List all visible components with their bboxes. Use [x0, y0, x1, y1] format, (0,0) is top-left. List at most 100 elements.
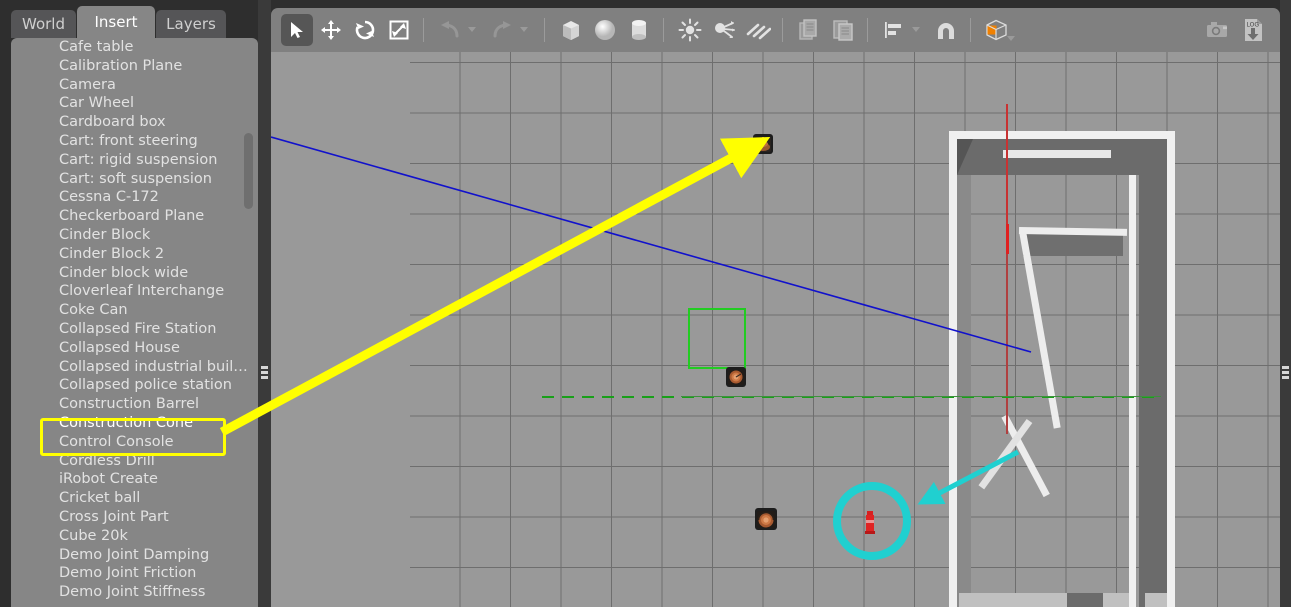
log-button[interactable]: LOG — [1238, 14, 1270, 46]
list-item[interactable]: Cube 20k — [11, 527, 258, 546]
list-item[interactable]: Cart: soft suspension — [11, 170, 258, 189]
chevron-down-icon[interactable] — [468, 27, 476, 32]
axis-line-red — [1006, 104, 1008, 224]
list-item[interactable]: iRobot Create — [11, 470, 258, 489]
list-item[interactable]: Demo Joint Friction — [11, 564, 258, 583]
wall-right — [1167, 131, 1175, 607]
tab-insert[interactable]: Insert — [77, 6, 155, 38]
toolbar-separator — [782, 18, 783, 42]
scene-object-robot-2[interactable] — [726, 367, 746, 387]
list-item[interactable]: Cinder Block 2 — [11, 245, 258, 264]
copy-button[interactable] — [793, 14, 825, 46]
list-item[interactable]: Cardboard box — [11, 113, 258, 132]
list-item[interactable]: Construction Cone — [11, 414, 258, 433]
list-item[interactable]: Camera — [11, 76, 258, 95]
list-item[interactable]: Construction Barrel — [11, 395, 258, 414]
svg-text:LOG: LOG — [1247, 22, 1260, 29]
rotate-button[interactable] — [349, 14, 381, 46]
directional-light-button[interactable] — [742, 14, 774, 46]
toolbar-separator — [867, 18, 868, 42]
scene-object-robot-1[interactable] — [753, 134, 773, 154]
log-download-icon: LOG — [1238, 14, 1270, 46]
left-wall-shade — [957, 175, 971, 607]
application-window: World Insert Layers Cafe table Calibratio… — [0, 0, 1291, 607]
ceiling-corner-shade — [957, 139, 973, 175]
chevron-down-icon[interactable] — [1007, 36, 1015, 41]
scale-button[interactable] — [383, 14, 415, 46]
list-item[interactable]: Cafe table — [11, 38, 258, 57]
scrollbar-thumb[interactable] — [244, 133, 253, 209]
right-splitter[interactable] — [1280, 0, 1291, 607]
camera-icon — [1202, 14, 1234, 46]
paste-icon — [827, 14, 859, 46]
list-item[interactable]: Cricket ball — [11, 489, 258, 508]
list-item[interactable]: Control Console — [11, 433, 258, 452]
axis-line-red-bright — [1006, 224, 1009, 254]
list-item[interactable]: Cinder Block — [11, 226, 258, 245]
box-icon — [555, 14, 587, 46]
spot-light-button[interactable] — [708, 14, 740, 46]
list-item[interactable]: Demo Joint Stiffness — [11, 583, 258, 602]
list-item[interactable]: Collapsed police station — [11, 376, 258, 395]
3d-render-viewport[interactable] — [271, 52, 1280, 607]
undo-arrow-icon — [434, 14, 466, 46]
list-item[interactable]: Cross Joint Part — [11, 508, 258, 527]
cursor-arrow-icon — [281, 14, 313, 46]
partition-vertical — [1019, 230, 1061, 429]
paste-button[interactable] — [827, 14, 859, 46]
undo-button[interactable] — [434, 14, 466, 46]
list-item[interactable]: Car Wheel — [11, 94, 258, 113]
interior-divider-wall — [1129, 175, 1136, 607]
axis-line-green-solid — [681, 396, 1161, 397]
cylinder-button[interactable] — [623, 14, 655, 46]
left-splitter[interactable] — [258, 0, 271, 607]
list-item[interactable]: Coke Can — [11, 301, 258, 320]
sphere-button[interactable] — [589, 14, 621, 46]
splitter-grip-icon[interactable] — [261, 366, 268, 381]
point-light-button[interactable] — [674, 14, 706, 46]
insert-list-scrollbar[interactable] — [244, 38, 253, 607]
view-angle-button[interactable] — [981, 14, 1013, 46]
right-wall-shade — [1139, 175, 1167, 607]
scene-object-construction-cone[interactable] — [865, 509, 875, 535]
list-item[interactable]: Cordless Drill — [11, 452, 258, 471]
scene-object-robot-3[interactable] — [755, 508, 777, 530]
directional-light-icon — [742, 14, 774, 46]
list-item[interactable]: Cessna C-172 — [11, 188, 258, 207]
list-item[interactable]: Collapsed industrial buil… — [11, 358, 258, 377]
align-icon — [878, 14, 910, 46]
redo-button[interactable] — [486, 14, 518, 46]
list-item[interactable]: Calibration Plane — [11, 57, 258, 76]
list-item[interactable]: Collapsed House — [11, 339, 258, 358]
cylinder-icon — [623, 14, 655, 46]
point-light-icon — [674, 14, 706, 46]
splitter-grip-icon[interactable] — [1282, 366, 1289, 381]
wall-left — [949, 131, 957, 607]
align-button[interactable] — [878, 14, 910, 46]
list-item[interactable]: Demo Joint Damping — [11, 546, 258, 565]
tab-world[interactable]: World — [11, 10, 76, 38]
list-item[interactable]: Cloverleaf Interchange — [11, 282, 258, 301]
sphere-icon — [589, 14, 621, 46]
list-item[interactable]: Cart: rigid suspension — [11, 151, 258, 170]
insert-model-list[interactable]: Cafe table Calibration Plane Camera Car Whe… — [11, 38, 258, 607]
chevron-down-icon[interactable] — [520, 27, 528, 32]
list-item[interactable]: Cinder block wide — [11, 264, 258, 283]
tab-layers[interactable]: Layers — [156, 10, 226, 38]
list-item[interactable]: Collapsed Fire Station — [11, 320, 258, 339]
view-cube-icon — [981, 14, 1013, 46]
scale-icon — [383, 14, 415, 46]
screenshot-button[interactable] — [1202, 14, 1234, 46]
list-item[interactable]: Cart: front steering — [11, 132, 258, 151]
chevron-down-icon[interactable] — [912, 27, 920, 32]
list-item[interactable]: Checkerboard Plane — [11, 207, 258, 226]
select-button[interactable] — [281, 14, 313, 46]
scene-building[interactable] — [949, 131, 1175, 607]
selection-bounding-box[interactable] — [688, 308, 746, 369]
box-button[interactable] — [555, 14, 587, 46]
main-render-area: LOG — [271, 0, 1280, 607]
snap-button[interactable] — [930, 14, 962, 46]
floor-dark-patch — [1067, 593, 1103, 607]
translate-button[interactable] — [315, 14, 347, 46]
rotate-icon — [349, 14, 381, 46]
